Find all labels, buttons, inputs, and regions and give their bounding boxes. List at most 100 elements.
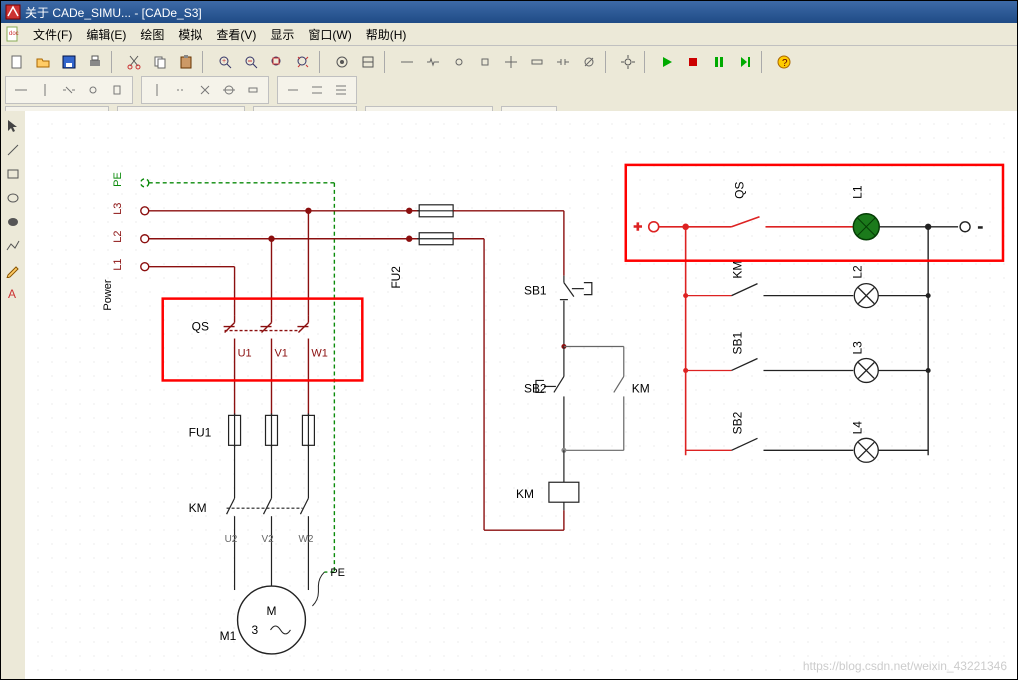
step-icon[interactable] — [733, 50, 757, 74]
component-SB1[interactable] — [560, 276, 592, 347]
label-right-QS: QS — [733, 182, 747, 199]
label-PE-motor: PE — [330, 567, 345, 579]
filled-ellipse-icon[interactable] — [2, 211, 24, 233]
component-motor[interactable]: M 3 M1 PE — [220, 567, 345, 654]
new-icon[interactable] — [5, 50, 29, 74]
menu-help[interactable]: 帮助(H) — [360, 24, 413, 45]
label-W1: W1 — [311, 348, 327, 360]
component-SB2[interactable] — [536, 347, 564, 451]
label-U1: U1 — [238, 348, 252, 360]
menu-window[interactable]: 窗口(W) — [302, 24, 357, 45]
label-M: M — [267, 604, 277, 618]
grp2-item1-icon[interactable] — [145, 78, 169, 102]
grp3-item1-icon[interactable] — [281, 78, 305, 102]
select-arrow-icon[interactable] — [2, 115, 24, 137]
toolbar-separator — [644, 51, 651, 73]
svg-text:A: A — [8, 287, 16, 301]
pause-icon[interactable] — [707, 50, 731, 74]
svg-text:?: ? — [782, 58, 788, 69]
text-icon[interactable]: A — [2, 283, 24, 305]
menu-edit[interactable]: 编辑(E) — [80, 24, 132, 45]
open-icon[interactable] — [31, 50, 55, 74]
toolbar-separator — [319, 51, 326, 73]
schematic-diagram[interactable]: PE L3 L2 L1 Power — [25, 111, 1017, 679]
polyline-icon[interactable] — [2, 235, 24, 257]
toolbar-row-1: + ? — [5, 50, 1013, 74]
grp2-item5-icon[interactable] — [241, 78, 265, 102]
label-right-SB2: SB2 — [731, 411, 745, 434]
grp1-item5-icon[interactable] — [105, 78, 129, 102]
comp-6-icon[interactable] — [525, 50, 549, 74]
line-icon[interactable] — [2, 139, 24, 161]
label-three: 3 — [252, 623, 259, 637]
component-FU2[interactable] — [417, 205, 455, 245]
label-FU2: FU2 — [389, 266, 403, 289]
grp2-item3-icon[interactable] — [193, 78, 217, 102]
stop-icon[interactable] — [681, 50, 705, 74]
component-KM-coil[interactable] — [549, 450, 579, 510]
component-FU1[interactable] — [229, 413, 315, 447]
options-icon[interactable] — [330, 50, 354, 74]
grp3-item2-icon[interactable] — [305, 78, 329, 102]
component-QS[interactable]: QS U1 V1 W1 — [192, 316, 328, 360]
comp-1-icon[interactable] — [395, 50, 419, 74]
rect-icon[interactable] — [2, 163, 24, 185]
label-SB2: SB2 — [524, 381, 547, 395]
grp2-item2-icon[interactable] — [169, 78, 193, 102]
app-window: 关于 CADe_SIMU... - [CADe_S3] doc 文件(F) 编辑… — [0, 0, 1018, 680]
label-V1: V1 — [274, 348, 287, 360]
zoom-fit-icon[interactable] — [265, 50, 289, 74]
zoom-plus-icon[interactable]: + — [213, 50, 237, 74]
help-icon[interactable]: ? — [772, 50, 796, 74]
canvas[interactable]: PE L3 L2 L1 Power — [25, 111, 1017, 679]
save-icon[interactable] — [57, 50, 81, 74]
comp-8-icon[interactable] — [577, 50, 601, 74]
grp1-item1-icon[interactable] — [9, 78, 33, 102]
toolbar-separator — [605, 51, 612, 73]
pencil-icon[interactable] — [2, 259, 24, 281]
label-KM-main: KM — [189, 501, 207, 515]
label-PE: PE — [112, 172, 124, 187]
menu-file[interactable]: 文件(F) — [27, 24, 78, 45]
ellipse-icon[interactable] — [2, 187, 24, 209]
zoom-minus-icon[interactable] — [239, 50, 263, 74]
label-U2: U2 — [225, 534, 238, 545]
label-L3-right: L3 — [850, 341, 864, 355]
toolbar-separator — [202, 51, 209, 73]
comp-5-icon[interactable] — [499, 50, 523, 74]
toolbar-separator — [384, 51, 391, 73]
highlight-qs-box — [163, 299, 363, 381]
menu-draw[interactable]: 绘图 — [134, 24, 170, 45]
toolbar-separator — [761, 51, 768, 73]
print-icon[interactable] — [83, 50, 107, 74]
label-right-SB1: SB1 — [731, 332, 745, 355]
label-L4-right: L4 — [850, 421, 864, 435]
label-L2: L2 — [112, 231, 124, 243]
zoom-pan-icon[interactable] — [291, 50, 315, 74]
label-L2-right: L2 — [850, 265, 864, 279]
label-minus: - — [978, 218, 983, 234]
component-L1[interactable] — [853, 214, 879, 240]
copy-icon[interactable] — [148, 50, 172, 74]
label-KM-coil: KM — [516, 487, 534, 501]
comp-7-icon[interactable] — [551, 50, 575, 74]
comp-3-icon[interactable] — [447, 50, 471, 74]
comp-2-icon[interactable] — [421, 50, 445, 74]
grp3-item3-icon[interactable] — [329, 78, 353, 102]
menu-sim[interactable]: 模拟 — [172, 24, 208, 45]
grp1-item2-icon[interactable] — [33, 78, 57, 102]
settings-gear-icon[interactable] — [616, 50, 640, 74]
options2-icon[interactable] — [356, 50, 380, 74]
grp1-item3-icon[interactable] — [57, 78, 81, 102]
play-icon[interactable] — [655, 50, 679, 74]
toolbar-row-2 — [5, 76, 1013, 104]
paste-icon[interactable] — [174, 50, 198, 74]
cut-icon[interactable] — [122, 50, 146, 74]
window-title: 关于 CADe_SIMU... - [CADe_S3] — [25, 4, 202, 21]
menu-display[interactable]: 显示 — [264, 24, 300, 45]
menu-view[interactable]: 查看(V) — [210, 24, 262, 45]
comp-4-icon[interactable] — [473, 50, 497, 74]
label-right-KM: KM — [731, 261, 745, 279]
grp1-item4-icon[interactable] — [81, 78, 105, 102]
grp2-item4-icon[interactable] — [217, 78, 241, 102]
